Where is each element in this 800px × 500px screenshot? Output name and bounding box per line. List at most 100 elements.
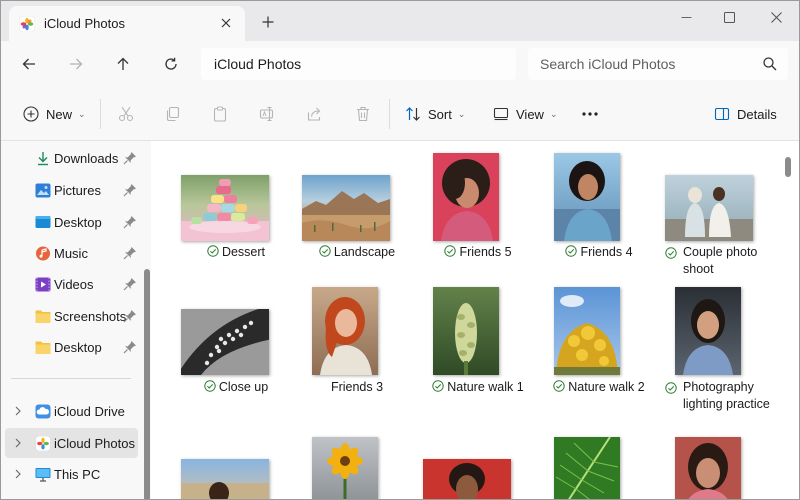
search-box[interactable] <box>528 48 788 80</box>
close-tab-button[interactable] <box>217 14 235 32</box>
sidebar-item-desktop-2[interactable]: Desktop <box>1 332 141 362</box>
close-window-button[interactable] <box>761 6 791 28</box>
more-icon <box>582 112 598 116</box>
this-pc-icon <box>35 468 51 482</box>
sidebar-item-downloads[interactable]: Downloads <box>1 143 141 173</box>
share-button[interactable] <box>303 102 327 126</box>
file-item[interactable] <box>659 437 777 499</box>
file-item[interactable]: Photography lighting practice <box>659 286 777 426</box>
plus-icon <box>262 16 274 28</box>
photo-thumbnail <box>675 437 741 499</box>
divider <box>389 99 390 129</box>
arrow-up-icon <box>117 57 129 70</box>
photo-thumbnail <box>665 175 753 241</box>
new-button[interactable]: New ⌄ <box>23 101 86 127</box>
pin-icon[interactable] <box>123 246 137 260</box>
photo-thumbnail <box>423 459 511 499</box>
synced-check-icon <box>553 380 565 392</box>
delete-button[interactable] <box>351 102 375 126</box>
cut-button[interactable] <box>114 102 138 126</box>
details-button[interactable]: Details <box>714 101 777 127</box>
command-bar: New ⌄ Sort ⌄ View ⌄ Details <box>1 87 799 141</box>
couple-photo-image <box>665 187 753 241</box>
file-item[interactable] <box>175 437 293 499</box>
file-item[interactable]: Friends 3 <box>296 286 414 406</box>
desert-landscape-image <box>302 191 390 241</box>
sidebar-item-this-pc[interactable]: This PC <box>1 459 141 489</box>
sidebar-item-icloud-photos[interactable]: iCloud Photos <box>5 428 138 458</box>
search-input[interactable] <box>540 54 750 74</box>
leaf-closeup-image <box>554 437 620 499</box>
portrait-image <box>449 463 485 499</box>
share-icon <box>307 107 321 121</box>
rename-button[interactable] <box>255 102 279 126</box>
minimize-icon <box>681 16 691 18</box>
file-item[interactable]: Friends 5 <box>417 151 535 271</box>
more-options-button[interactable] <box>578 102 602 126</box>
sidebar-scrollbar[interactable] <box>144 269 150 499</box>
pin-icon[interactable] <box>123 151 137 165</box>
address-bar-row: iCloud Photos <box>1 41 799 87</box>
sidebar-item-screenshots[interactable]: Screenshots <box>1 301 141 331</box>
photo-thumbnail <box>181 175 269 241</box>
divider <box>100 99 101 129</box>
minimize-button[interactable] <box>671 6 701 28</box>
tab-icloud-photos[interactable]: iCloud Photos <box>9 6 245 41</box>
sort-button[interactable]: Sort ⌄ <box>405 101 465 127</box>
paste-button[interactable] <box>208 102 232 126</box>
tab-title: iCloud Photos <box>44 16 125 31</box>
file-item[interactable]: Nature walk 1 <box>417 286 535 406</box>
copy-button[interactable] <box>161 102 185 126</box>
photo-thumbnail <box>302 175 390 241</box>
file-item[interactable] <box>296 437 414 499</box>
sidebar-item-desktop[interactable]: Desktop <box>1 207 141 237</box>
up-button[interactable] <box>111 52 135 76</box>
close-icon <box>770 11 782 23</box>
folder-icon <box>35 310 51 323</box>
file-item[interactable]: Couple photo shoot <box>659 151 777 281</box>
photo-thumbnail <box>554 437 620 499</box>
content-scrollbar[interactable] <box>785 157 791 177</box>
file-item[interactable]: Friends 4 <box>538 151 656 271</box>
file-item[interactable] <box>538 437 656 499</box>
file-grid: Dessert Landscape Friends 5 Friends 4 Co… <box>151 141 799 499</box>
sidebar-item-music[interactable]: Music <box>1 238 141 268</box>
pin-icon[interactable] <box>123 277 137 291</box>
sunflower-image <box>327 443 363 499</box>
photos-app-icon <box>35 436 51 451</box>
maximize-icon <box>723 11 735 23</box>
new-tab-button[interactable] <box>259 13 277 31</box>
chevron-right-icon[interactable] <box>12 437 24 449</box>
back-button[interactable] <box>17 52 41 76</box>
pin-icon[interactable] <box>123 183 137 197</box>
pin-icon[interactable] <box>123 215 137 229</box>
sidebar-item-icloud-drive[interactable]: iCloud Drive <box>1 396 141 426</box>
file-item[interactable]: Nature walk 2 <box>538 286 656 406</box>
file-item[interactable]: Dessert <box>175 151 293 271</box>
file-item[interactable]: Landscape <box>296 151 414 271</box>
sidebar-item-pictures[interactable]: Pictures <box>1 175 141 205</box>
sidebar-item-videos[interactable]: Videos <box>1 269 141 299</box>
address-path: iCloud Photos <box>214 56 302 72</box>
chevron-right-icon[interactable] <box>12 405 24 417</box>
address-field[interactable]: iCloud Photos <box>201 48 516 80</box>
chevron-down-icon: ⌄ <box>549 108 558 119</box>
file-name: Couple photo shoot <box>665 244 775 278</box>
synced-check-icon <box>444 245 457 257</box>
portrait-image <box>688 443 728 499</box>
refresh-button[interactable] <box>159 52 183 76</box>
sidebar-item-label: Screenshots <box>54 309 127 324</box>
file-item[interactable] <box>417 437 535 499</box>
view-label: View <box>516 106 544 122</box>
sidebar-item-label: Videos <box>54 277 94 292</box>
pin-icon[interactable] <box>123 340 137 354</box>
refresh-icon <box>165 57 177 70</box>
photo-thumbnail <box>312 437 378 499</box>
view-button[interactable]: View ⌄ <box>493 101 558 127</box>
file-item[interactable]: Close up <box>175 286 293 406</box>
maximize-button[interactable] <box>714 6 744 28</box>
file-name: Dessert <box>181 244 291 261</box>
forward-button[interactable] <box>64 52 88 76</box>
chevron-right-icon[interactable] <box>12 468 24 480</box>
pin-icon[interactable] <box>123 309 137 323</box>
